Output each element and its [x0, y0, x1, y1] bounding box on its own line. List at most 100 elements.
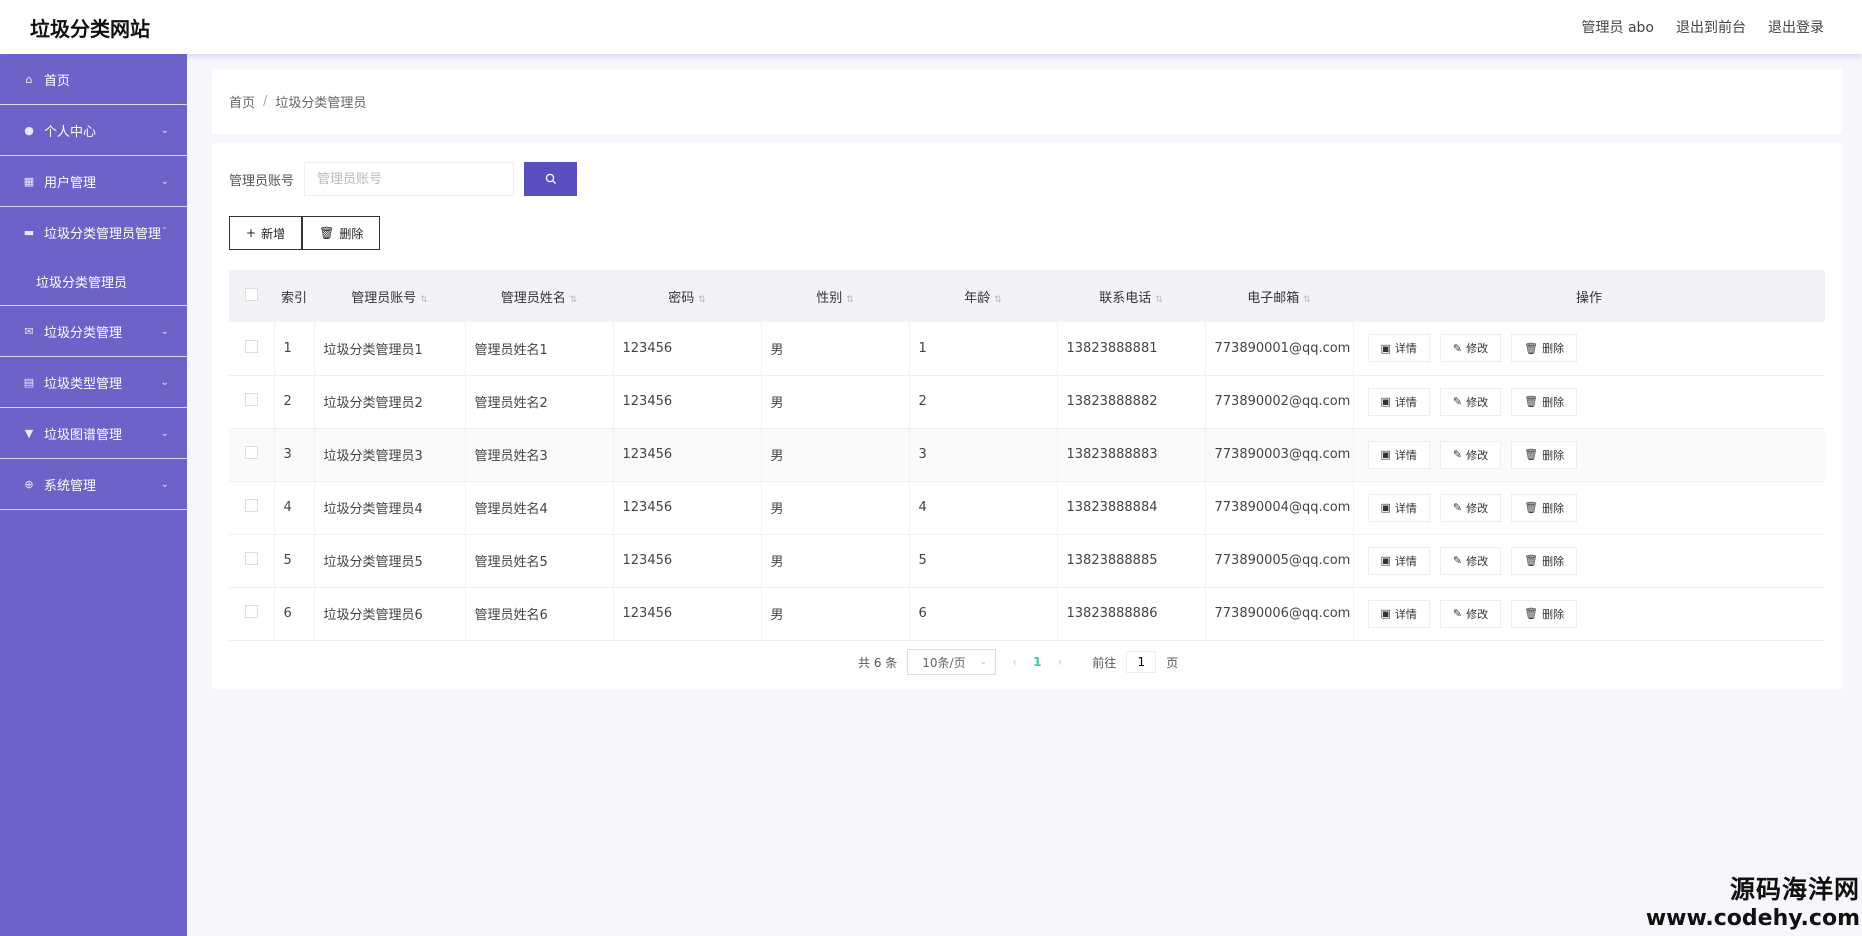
edit-button[interactable]: ✎ 修改 — [1439, 599, 1502, 628]
sort-icon[interactable]: ⇅ — [846, 295, 854, 305]
sidebar-item-system[interactable]: ⊕ 系统管理 ⌄ — [0, 459, 187, 510]
cell-index: 3 — [274, 428, 315, 482]
current-user-label[interactable]: 管理员 abo — [1582, 17, 1654, 37]
pencil-icon: ✎ — [1452, 554, 1463, 567]
exit-to-front-link[interactable]: 退出到前台 — [1676, 17, 1746, 37]
row-select-cell[interactable] — [229, 428, 275, 482]
logout-link[interactable]: 退出登录 — [1768, 17, 1824, 37]
row-actions: ▣ 详情 ✎ 修改 🗑 删除 — [1363, 546, 1826, 575]
row-select-cell[interactable] — [229, 375, 275, 429]
col-account[interactable]: 管理员账号 ⇅ — [314, 270, 465, 322]
page-size-select[interactable]: 10条/页 ⌄ — [907, 649, 997, 675]
sidebar-item-classification[interactable]: ✉ 垃圾分类管理 ⌄ — [0, 306, 187, 357]
sort-icon[interactable]: ⇅ — [1155, 295, 1163, 305]
sort-icon[interactable]: ⇅ — [698, 295, 706, 305]
detail-button[interactable]: ▣ 详情 — [1367, 387, 1430, 416]
select-all-checkbox[interactable] — [245, 287, 258, 301]
top-header: 垃圾分类网站 管理员 abo 退出到前台 退出登录 — [0, 0, 1862, 54]
delete-button[interactable]: 🗑 删除 — [1511, 387, 1578, 416]
sort-icon[interactable]: ⇅ — [570, 295, 578, 305]
row-checkbox[interactable] — [244, 393, 258, 406]
sidebar-item-home[interactable]: ⌂ 首页 — [0, 54, 187, 105]
row-select-cell[interactable] — [229, 534, 275, 588]
delete-button[interactable]: 🗑 删除 — [1511, 599, 1578, 628]
edit-button-label: 修改 — [1466, 448, 1489, 462]
cell-index: 2 — [274, 375, 315, 429]
chevron-down-icon: ⌄ — [160, 175, 169, 187]
row-checkbox[interactable] — [244, 446, 258, 459]
row-actions: ▣ 详情 ✎ 修改 🗑 删除 — [1363, 493, 1826, 522]
select-all-cell[interactable] — [229, 270, 274, 322]
sidebar-item-label: 用户管理 — [44, 175, 97, 191]
cell-email: 773890002@qq.com — [1205, 375, 1354, 429]
next-page-icon[interactable]: › — [1051, 655, 1068, 669]
row-actions: ▣ 详情 ✎ 修改 🗑 删除 — [1363, 440, 1826, 469]
row-select-cell[interactable] — [229, 587, 275, 641]
doc-icon: ▣ — [1380, 501, 1391, 514]
add-button[interactable]: + 新增 — [229, 216, 303, 250]
sidebar-item-label: 系统管理 — [44, 478, 97, 494]
delete-button-label: 删除 — [1542, 342, 1565, 356]
sort-icon[interactable]: ⇅ — [420, 295, 428, 305]
delete-button[interactable]: 🗑 删除 — [1511, 493, 1578, 522]
cell-age: 3 — [909, 428, 1058, 482]
detail-button-label: 详情 — [1394, 342, 1417, 356]
col-email[interactable]: 电子邮箱 ⇅ — [1205, 270, 1353, 322]
cell-index: 6 — [274, 587, 315, 641]
sidebar-item-profile[interactable]: ● 个人中心 ⌄ — [0, 105, 187, 156]
sidebar-subitem-admin[interactable]: 垃圾分类管理员 — [0, 258, 187, 306]
sidebar-item-admin-management[interactable]: ▬ 垃圾分类管理员管理 ˆ — [0, 207, 187, 258]
pencil-icon: ✎ — [1452, 341, 1463, 355]
edit-button[interactable]: ✎ 修改 — [1439, 440, 1502, 469]
row-checkbox[interactable] — [244, 499, 258, 512]
detail-button[interactable]: ▣ 详情 — [1367, 546, 1430, 575]
col-age-label: 年龄 — [964, 290, 991, 306]
page-number-current[interactable]: 1 — [1033, 655, 1041, 669]
col-gender-label: 性别 — [816, 290, 843, 306]
breadcrumb-home[interactable]: 首页 — [229, 92, 255, 111]
edit-button[interactable]: ✎ 修改 — [1439, 334, 1502, 363]
trash-icon: 🗑 — [1524, 448, 1539, 461]
row-select-cell[interactable] — [229, 322, 275, 376]
edit-button-label: 修改 — [1466, 554, 1489, 568]
goto-page-input[interactable] — [1126, 651, 1157, 673]
edit-button[interactable]: ✎ 修改 — [1439, 493, 1502, 522]
table-row: 4 垃圾分类管理员4 管理员姓名4 123456 男 4 13823888884 773890… — [229, 481, 1826, 535]
col-phone[interactable]: 联系电话 ⇅ — [1057, 270, 1205, 322]
delete-button[interactable]: 🗑 删除 — [1511, 546, 1578, 575]
cell-gender: 男 — [761, 375, 910, 429]
search-input[interactable] — [304, 162, 515, 196]
search-button[interactable] — [524, 162, 578, 196]
sidebar-item-atlas[interactable]: ▼ 垃圾图谱管理 ⌄ — [0, 408, 187, 459]
sort-icon[interactable]: ⇅ — [1303, 295, 1311, 305]
mail-icon: ✉ — [24, 324, 34, 338]
sidebar-item-types[interactable]: ▤ 垃圾类型管理 ⌄ — [0, 357, 187, 408]
row-select-cell[interactable] — [229, 481, 275, 535]
detail-button[interactable]: ▣ 详情 — [1367, 493, 1430, 522]
row-checkbox[interactable] — [244, 552, 258, 565]
col-age[interactable]: 年龄 ⇅ — [909, 270, 1057, 322]
edit-button[interactable]: ✎ 修改 — [1439, 387, 1502, 416]
col-gender[interactable]: 性别 ⇅ — [761, 270, 909, 322]
col-password[interactable]: 密码 ⇅ — [613, 270, 761, 322]
row-checkbox[interactable] — [244, 339, 258, 353]
delete-button[interactable]: 🗑 删除 — [1511, 440, 1578, 469]
sidebar-item-users[interactable]: ▦ 用户管理 ⌄ — [0, 156, 187, 207]
search-icon — [545, 173, 556, 184]
pencil-icon: ✎ — [1452, 607, 1463, 620]
cell-name: 管理员姓名4 — [465, 481, 614, 535]
page-unit: 页 — [1166, 655, 1179, 670]
batch-delete-button[interactable]: 🗑 删除 — [302, 216, 381, 250]
delete-button[interactable]: 🗑 删除 — [1511, 334, 1578, 363]
prev-page-icon[interactable]: ‹ — [1006, 655, 1023, 669]
detail-button[interactable]: ▣ 详情 — [1367, 334, 1430, 363]
sort-icon[interactable]: ⇅ — [994, 295, 1002, 305]
row-checkbox[interactable] — [244, 605, 258, 618]
detail-button[interactable]: ▣ 详情 — [1367, 440, 1430, 469]
detail-button[interactable]: ▣ 详情 — [1367, 599, 1430, 628]
cell-actions: ▣ 详情 ✎ 修改 🗑 删除 — [1353, 534, 1826, 588]
edit-button[interactable]: ✎ 修改 — [1439, 546, 1502, 575]
cell-gender: 男 — [761, 534, 910, 588]
col-name[interactable]: 管理员姓名 ⇅ — [465, 270, 613, 322]
row-actions: ▣ 详情 ✎ 修改 🗑 删除 — [1363, 599, 1826, 628]
